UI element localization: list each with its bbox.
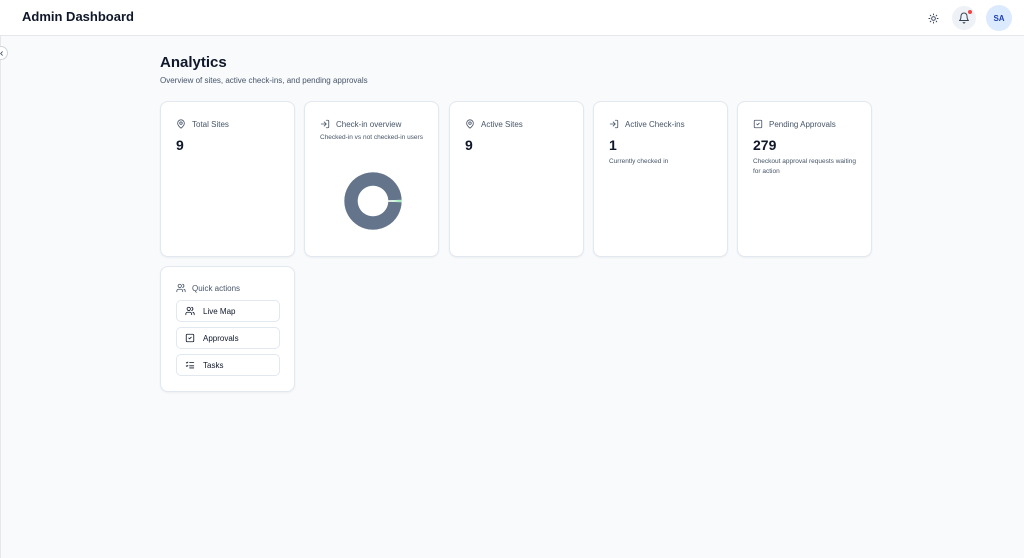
square-check-icon (185, 333, 195, 343)
card-note: Currently checked in (609, 158, 669, 165)
card-label: Total Sites (192, 119, 229, 129)
card-header: Pending Approvals (753, 119, 836, 129)
card-header: Check-in overview (320, 119, 401, 129)
notification-dot (968, 10, 972, 14)
card-label: Active Sites (481, 119, 523, 129)
card-label: Quick actions (192, 283, 241, 293)
checkin-overview-card: Check-in overview Checked-in vs not chec… (304, 101, 439, 257)
button-label: Tasks (203, 360, 224, 370)
approvals-button[interactable]: Approvals (176, 327, 280, 349)
square-check-icon (753, 119, 763, 129)
card-value: 9 (465, 137, 473, 153)
card-label: Check-in overview (336, 119, 402, 129)
top-bar: Admin Dashboard SA (0, 0, 1024, 36)
card-description: Checked-in vs not checked-in users (320, 134, 423, 141)
map-pin-icon (177, 119, 185, 129)
active-sites-card: Active Sites 9 (449, 101, 584, 257)
button-label: Approvals (203, 333, 239, 343)
card-value: 279 (753, 137, 777, 153)
users-icon (185, 306, 195, 316)
pending-approvals-card: Pending Approvals 279 Checkout approval … (737, 101, 872, 257)
user-avatar[interactable]: SA (986, 5, 1012, 31)
quick-actions-card: Quick actions Live Map Approvals Tasks (160, 266, 295, 392)
notifications-button[interactable] (952, 6, 976, 30)
map-pin-icon (466, 119, 474, 129)
card-value: 9 (176, 137, 184, 153)
users-icon (176, 283, 186, 293)
page-subtitle: Overview of sites, active check-ins, and… (160, 76, 368, 85)
card-note: Checkout approval requests waiting for a… (753, 158, 856, 175)
card-header: Quick actions (176, 283, 240, 293)
card-value: 1 (609, 137, 617, 153)
total-sites-card: Total Sites 9 (160, 101, 295, 257)
card-header: Total Sites (176, 119, 229, 129)
active-checkins-card: Active Check-ins 1 Currently checked in (593, 101, 728, 257)
log-in-icon (609, 119, 619, 129)
sidebar-divider (0, 36, 1, 558)
log-in-icon (320, 119, 330, 129)
sidebar-collapse-button[interactable] (0, 46, 8, 60)
page-title: Analytics (160, 54, 227, 71)
card-header: Active Sites (465, 119, 523, 129)
button-label: Live Map (203, 306, 236, 316)
tasks-button[interactable]: Tasks (176, 354, 280, 376)
card-label: Active Check-ins (625, 119, 685, 129)
live-map-button[interactable]: Live Map (176, 300, 280, 322)
checkin-donut-chart (343, 171, 403, 231)
card-header: Active Check-ins (609, 119, 685, 129)
list-checks-icon (185, 361, 195, 369)
chevron-left-icon (0, 50, 3, 56)
app-title: Admin Dashboard (22, 9, 134, 24)
card-label: Pending Approvals (769, 119, 836, 129)
sun-icon (927, 12, 939, 24)
theme-toggle-button[interactable] (926, 11, 940, 25)
